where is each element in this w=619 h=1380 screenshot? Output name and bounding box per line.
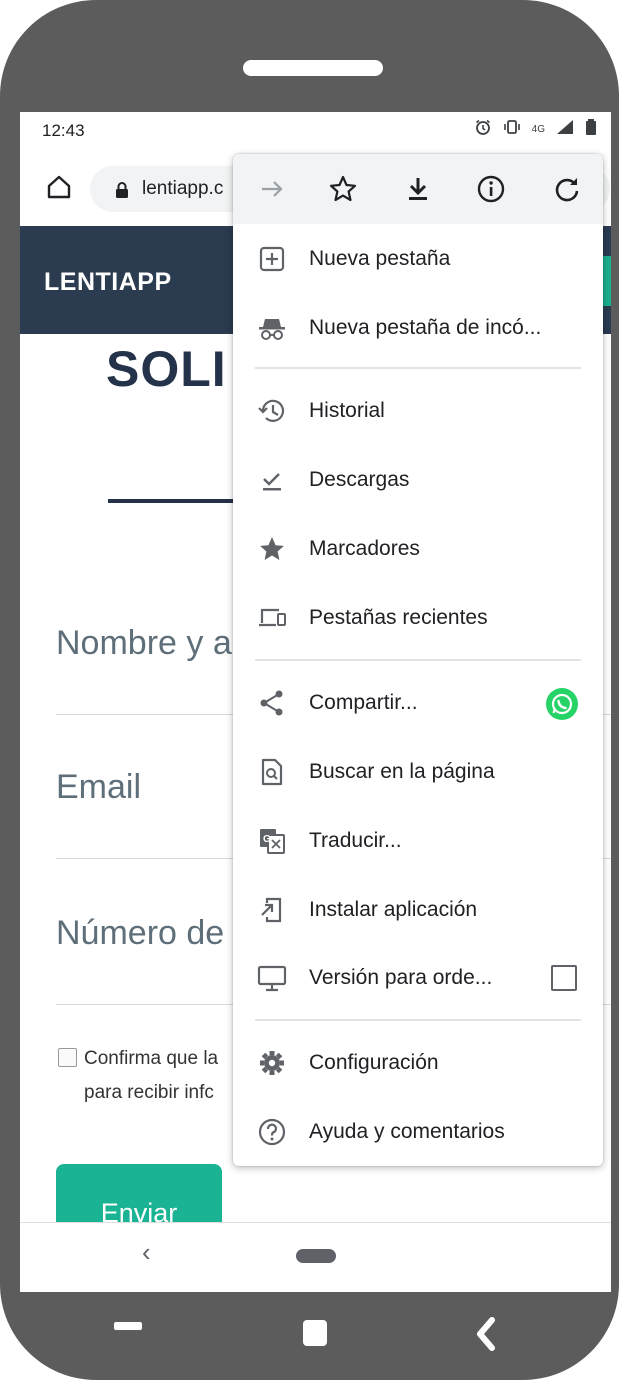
nav-home-pill[interactable] <box>296 1249 336 1263</box>
name-field[interactable]: Nombre y ap <box>56 624 251 663</box>
menu-item-label: Compartir... <box>309 691 418 714</box>
history-icon <box>257 396 287 426</box>
consent-line-1: Confirma que la <box>84 1048 219 1069</box>
install-app-icon <box>257 895 287 925</box>
status-bar: 12:43 4G <box>20 112 611 148</box>
menu-item-label: Nueva pestaña de incó... <box>309 316 542 339</box>
system-nav-bar: ‹ <box>20 1222 611 1292</box>
nav-back-icon[interactable]: ‹ <box>142 1237 151 1268</box>
help-icon <box>257 1117 287 1147</box>
svg-text:G: G <box>263 834 271 845</box>
alarm-icon <box>474 118 492 141</box>
vibrate-icon <box>502 118 522 141</box>
menu-item-label: Versión para orde... <box>309 966 493 989</box>
status-time: 12:43 <box>42 121 85 140</box>
forward-icon[interactable] <box>255 172 289 206</box>
network-type-icon: 4G <box>531 123 545 135</box>
hw-back-button[interactable] <box>474 1316 498 1357</box>
status-icons: 4G <box>474 118 597 141</box>
downloads-icon <box>257 465 287 495</box>
hw-home-button[interactable] <box>303 1320 327 1346</box>
menu-item-label: Descargas <box>309 468 410 491</box>
hw-menu-button[interactable] <box>114 1322 142 1330</box>
menu-item-label: Instalar aplicación <box>309 898 478 921</box>
url-text: lentiapp.c <box>142 178 224 199</box>
settings-icon <box>257 1048 287 1078</box>
consent-line-2: para recibir infc <box>84 1082 214 1103</box>
menu-item-label: Traducir... <box>309 829 402 852</box>
menu-item-label: Nueva pestaña <box>309 247 451 270</box>
menu-item-label: Configuración <box>309 1051 439 1074</box>
battery-icon <box>585 118 597 141</box>
signal-icon <box>555 118 575 141</box>
menu-item-label: Ayuda y comentarios <box>309 1120 505 1143</box>
incognito-icon <box>257 313 287 343</box>
menu-item-find-in-page[interactable]: Buscar en la página <box>233 747 603 797</box>
menu-item-bookmarks[interactable]: Marcadores <box>233 524 603 574</box>
menu-item-downloads[interactable]: Descargas <box>233 455 603 505</box>
bookmark-star-icon[interactable] <box>326 172 360 206</box>
menu-item-install-app[interactable]: Instalar aplicación <box>233 885 603 935</box>
desktop-site-checkbox[interactable] <box>551 965 577 991</box>
share-icon <box>257 688 287 718</box>
menu-item-label: Marcadores <box>309 537 420 560</box>
reload-icon[interactable] <box>550 172 584 206</box>
desktop-icon <box>257 963 287 993</box>
phone-speaker <box>243 60 383 76</box>
menu-item-recent-tabs[interactable]: Pestañas recientes <box>233 593 603 643</box>
browser-overflow-menu: Nueva pestaña Nueva pestaña de incó... H… <box>233 154 603 1166</box>
info-icon[interactable] <box>474 172 508 206</box>
page-heading: SOLI <box>106 341 227 397</box>
menu-toolbar <box>233 154 603 224</box>
site-logo[interactable]: LENTIAPP <box>44 268 172 297</box>
find-in-page-icon <box>257 757 287 787</box>
phone-field[interactable]: Número de t <box>56 914 243 953</box>
translate-icon: G <box>257 826 287 856</box>
lock-icon <box>114 181 130 198</box>
bookmarks-icon <box>257 534 287 564</box>
consent-checkbox[interactable] <box>58 1048 77 1067</box>
menu-divider <box>255 659 581 661</box>
whatsapp-icon[interactable] <box>546 688 578 720</box>
menu-item-desktop-site[interactable]: Versión para orde... <box>233 953 603 1003</box>
menu-item-new-tab[interactable]: Nueva pestaña <box>233 234 603 284</box>
header-accent <box>603 256 611 306</box>
menu-item-settings[interactable]: Configuración <box>233 1038 603 1088</box>
menu-item-translate[interactable]: G Traducir... <box>233 816 603 866</box>
recent-tabs-icon <box>257 603 287 633</box>
email-field[interactable]: Email <box>56 768 141 807</box>
menu-divider <box>255 367 581 369</box>
consent-text: Confirma que la para recibir infc <box>84 1042 218 1110</box>
menu-item-history[interactable]: Historial <box>233 386 603 436</box>
download-icon[interactable] <box>401 172 435 206</box>
menu-item-share[interactable]: Compartir... <box>233 678 603 728</box>
menu-divider <box>255 1019 581 1021</box>
heading-underline <box>108 499 238 503</box>
menu-item-label: Buscar en la página <box>309 760 495 783</box>
menu-item-incognito[interactable]: Nueva pestaña de incó... <box>233 303 603 353</box>
menu-item-help[interactable]: Ayuda y comentarios <box>233 1107 603 1157</box>
menu-item-label: Historial <box>309 399 385 422</box>
new-tab-icon <box>257 244 287 274</box>
home-icon[interactable] <box>44 172 74 202</box>
menu-item-label: Pestañas recientes <box>309 606 488 629</box>
